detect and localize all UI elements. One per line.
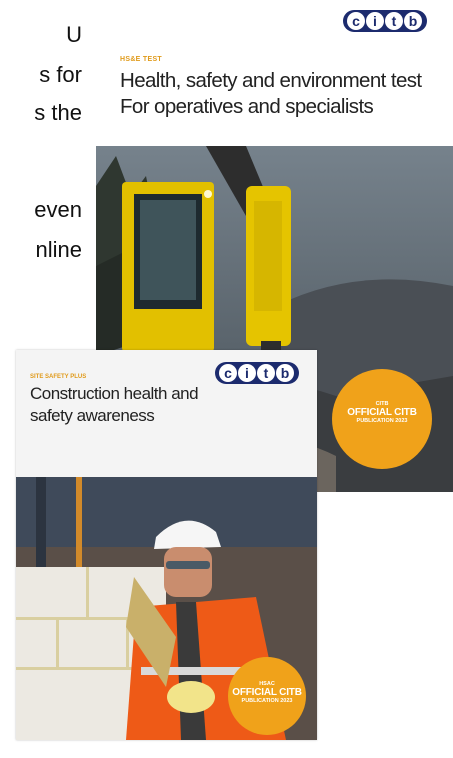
title-line: Health, safety and environment test xyxy=(120,69,422,92)
book-title: Health, safety and environment test For … xyxy=(120,68,440,120)
title-line: For operatives and specialists xyxy=(120,95,374,118)
paragraph-fragment: nline xyxy=(35,237,82,262)
worker-photo: HSAC OFFICIAL CITB PUBLICATION 2023 xyxy=(16,477,317,740)
book-cover-awareness[interactable]: citb SITE SAFETY PLUS Construction healt… xyxy=(16,350,317,740)
badge-line: OFFICIAL CITB xyxy=(232,687,302,698)
paragraph-fragment: U xyxy=(66,22,82,47)
title-line: Construction health and xyxy=(30,384,199,403)
badge-line: PUBLICATION 2023 xyxy=(241,698,293,704)
series-label: HS&E TEST xyxy=(120,56,162,63)
paragraph-fragment: even xyxy=(34,197,82,222)
citb-logo: citb xyxy=(343,10,427,32)
badge-line: OFFICIAL CITB xyxy=(347,407,417,418)
title-line: safety awareness xyxy=(30,406,155,425)
badge-line: PUBLICATION 2023 xyxy=(356,418,408,424)
official-badge: CITB OFFICIAL CITB PUBLICATION 2023 xyxy=(332,369,432,469)
book-title: Construction health and safety awareness xyxy=(30,383,230,427)
paragraph-fragment: s the xyxy=(34,100,82,125)
background-paragraph: U s for s the even nline xyxy=(0,0,96,300)
citb-logo: citb xyxy=(215,362,299,384)
paragraph-fragment: s for xyxy=(39,62,82,87)
series-label: SITE SAFETY PLUS xyxy=(30,374,87,380)
official-badge: HSAC OFFICIAL CITB PUBLICATION 2023 xyxy=(228,657,306,735)
